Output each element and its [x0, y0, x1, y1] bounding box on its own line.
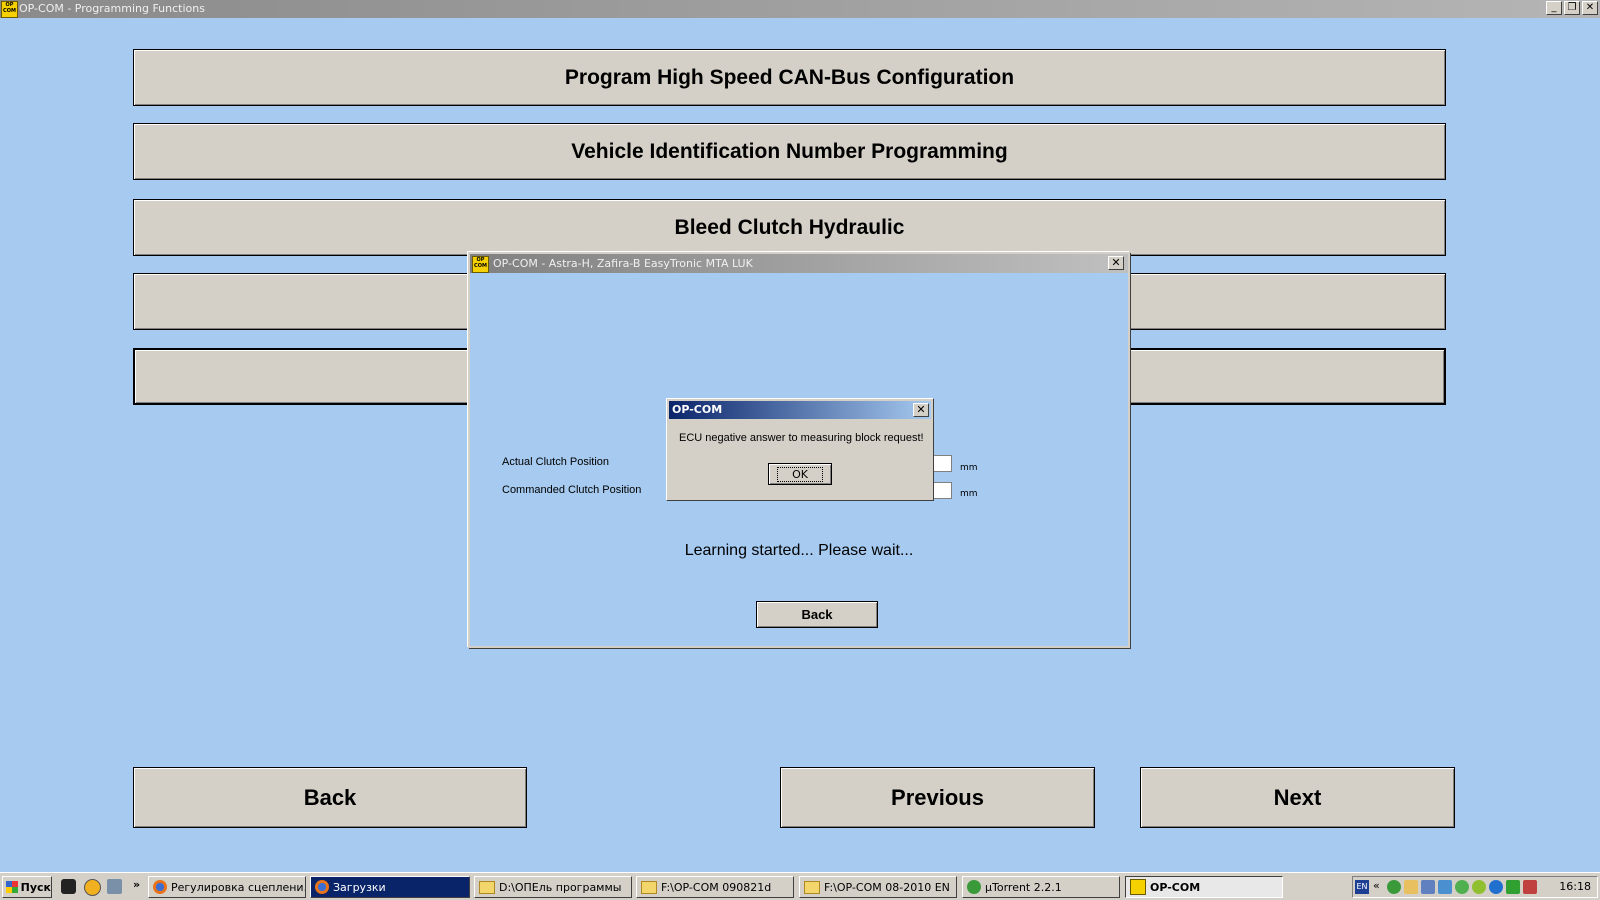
task-opcom[interactable]: OP-COM	[1125, 876, 1283, 898]
window-title: OP-COM - Programming Functions	[19, 2, 205, 15]
task-label: µTorrent 2.2.1	[985, 880, 1062, 894]
task-label: D:\ОПЕль программы	[499, 880, 622, 894]
actual-clutch-position-label: Actual Clutch Position	[502, 456, 609, 468]
dialog-title: OP-COM - Astra-H, Zafira-B EasyTronic MT…	[493, 257, 753, 270]
ok-button[interactable]: OK	[768, 463, 832, 485]
minimize-icon[interactable]: _	[1546, 1, 1562, 15]
opcom-icon	[1130, 879, 1146, 895]
close-icon[interactable]: ✕	[1582, 1, 1598, 15]
task-label: Регулировка сцеплени...	[171, 880, 306, 894]
error-message-text: ECU negative answer to measuring block r…	[679, 432, 924, 444]
vin-programming-button[interactable]: Vehicle Identification Number Programmin…	[133, 123, 1446, 180]
antivirus-tray-icon[interactable]	[1455, 880, 1469, 894]
task-firefox-downloads[interactable]: Загрузки	[310, 876, 470, 898]
message-box-title: OP-COM	[672, 403, 723, 416]
dialog-back-button[interactable]: Back	[756, 601, 878, 628]
windows-logo-icon	[6, 881, 18, 893]
task-folder-opcom-090821d[interactable]: F:\OP-COM 090821d	[636, 876, 794, 898]
task-folder-opel[interactable]: D:\ОПЕль программы	[474, 876, 632, 898]
error-message-box: OP-COM ✕ ECU negative answer to measurin…	[666, 398, 934, 501]
start-button[interactable]: Пуск	[2, 876, 52, 898]
opcom-dialog-icon: OP COM	[472, 256, 489, 273]
quicklaunch-desktop-icon[interactable]	[107, 879, 122, 894]
previous-button[interactable]: Previous	[780, 767, 1095, 828]
commanded-clutch-position-label: Commanded Clutch Position	[502, 484, 642, 496]
clock[interactable]: 16:18	[1559, 880, 1591, 893]
task-utorrent[interactable]: µTorrent 2.2.1	[962, 876, 1120, 898]
folder-icon	[479, 880, 495, 894]
language-indicator[interactable]: EN	[1355, 880, 1369, 894]
task-label: Загрузки	[333, 880, 386, 894]
mail-tray-icon[interactable]	[1404, 880, 1418, 894]
folder-icon	[804, 880, 820, 894]
actual-clutch-unit: mm	[960, 463, 978, 473]
actual-clutch-position-field[interactable]	[933, 455, 952, 472]
taskbar: Пуск » Регулировка сцеплени... Загрузки …	[0, 872, 1600, 900]
window-controls: _ ❐ ✕	[1546, 1, 1598, 15]
update-tray-icon[interactable]	[1472, 880, 1486, 894]
bluetooth-icon[interactable]	[1489, 880, 1503, 894]
maximize-icon[interactable]: ❐	[1564, 1, 1580, 15]
dialog-close-icon[interactable]: ✕	[1108, 256, 1124, 270]
folder-icon	[641, 880, 657, 894]
utorrent-tray-icon[interactable]	[1387, 880, 1401, 894]
start-label: Пуск	[20, 880, 51, 894]
task-label: F:\OP-COM 090821d	[661, 880, 772, 894]
firefox-icon	[153, 880, 167, 894]
learning-status-text: Learning started... Please wait...	[684, 542, 914, 559]
message-box-titlebar: OP-COM ✕	[669, 401, 931, 419]
back-button[interactable]: Back	[133, 767, 527, 828]
task-label: F:\OP-COM 08-2010 EN	[824, 880, 950, 894]
next-button[interactable]: Next	[1140, 767, 1455, 828]
dialog-titlebar: OP COM OP-COM - Astra-H, Zafira-B EasyTr…	[470, 254, 1128, 273]
main-titlebar: OP COM OP-COM - Programming Functions _ …	[0, 0, 1600, 18]
ok-button-label: OK	[777, 466, 823, 482]
quicklaunch-aimp-icon[interactable]	[84, 879, 101, 896]
system-tray: EN « 16:18	[1352, 876, 1598, 898]
quicklaunch-chevron-icon[interactable]: »	[133, 878, 140, 891]
task-folder-opcom-2010[interactable]: F:\OP-COM 08-2010 EN	[799, 876, 957, 898]
can-bus-config-button[interactable]: Program High Speed CAN-Bus Configuration	[133, 49, 1446, 106]
utorrent-icon	[967, 880, 981, 894]
battery-tray-icon[interactable]	[1506, 880, 1520, 894]
tray-expand-icon[interactable]: «	[1373, 879, 1383, 893]
network-tray-icon[interactable]	[1421, 880, 1435, 894]
speaker-tray-icon[interactable]	[1523, 880, 1537, 894]
commanded-clutch-position-field[interactable]	[933, 482, 952, 499]
opcom-app-icon: OP COM	[1, 1, 18, 18]
firefox-icon	[315, 880, 329, 894]
task-firefox-clutch[interactable]: Регулировка сцеплени...	[148, 876, 306, 898]
commanded-clutch-unit: mm	[960, 489, 978, 499]
display-tray-icon[interactable]	[1438, 880, 1452, 894]
quicklaunch-app-icon[interactable]	[61, 879, 76, 894]
task-label: OP-COM	[1150, 880, 1201, 894]
message-box-close-icon[interactable]: ✕	[913, 403, 929, 417]
bleed-clutch-button[interactable]: Bleed Clutch Hydraulic	[133, 199, 1446, 256]
